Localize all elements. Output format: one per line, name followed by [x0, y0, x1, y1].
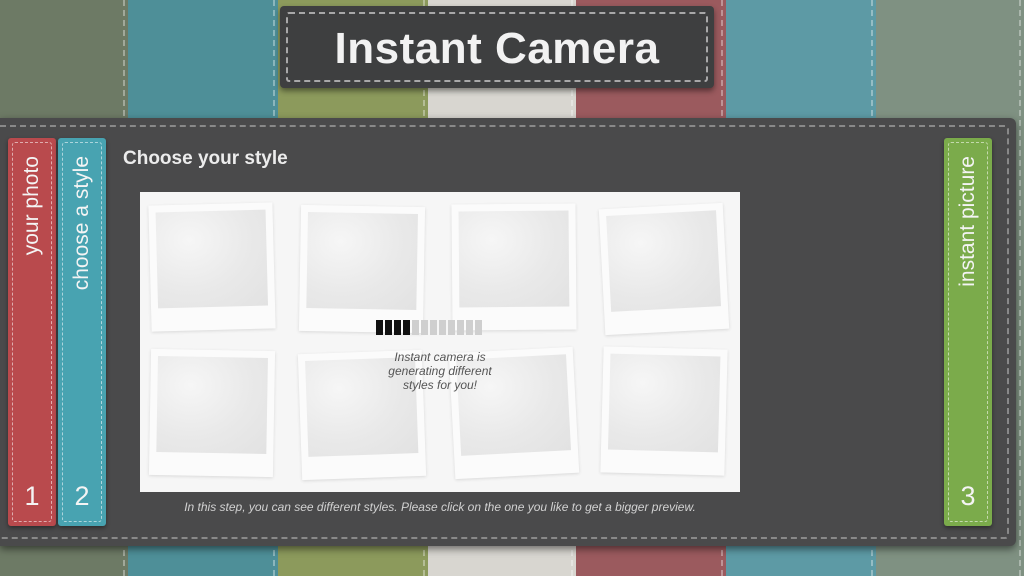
step-tab-instant-picture[interactable]: instant picture 3 — [944, 138, 992, 526]
style-thumbnail[interactable] — [148, 348, 276, 478]
step-tab-your-photo[interactable]: your photo 1 — [8, 138, 56, 526]
style-thumbnail[interactable] — [600, 346, 728, 476]
page-title: Choose your style — [123, 148, 288, 169]
step-tab-choose-style[interactable]: choose a style 2 — [58, 138, 106, 526]
loading-segment — [448, 320, 455, 335]
loading-segment — [394, 320, 401, 335]
app-title: Instant Camera — [334, 24, 660, 73]
loading-segment — [403, 320, 410, 335]
loading-segment — [439, 320, 446, 335]
step-2-label: choose a style — [70, 156, 93, 291]
step-3-label: instant picture — [956, 156, 979, 287]
step-3-number: 3 — [960, 481, 976, 511]
loading-segment — [412, 320, 419, 335]
loading-segment — [385, 320, 392, 335]
loading-indicator — [376, 320, 482, 335]
status-message: Instant camera is generating different s… — [388, 350, 492, 392]
loading-segment — [466, 320, 473, 335]
style-thumbnail[interactable] — [148, 202, 276, 332]
loading-segment — [376, 320, 383, 335]
step-1-label: your photo — [20, 156, 43, 256]
style-thumbnail[interactable] — [298, 204, 426, 334]
title-badge: Instant Camera — [280, 6, 714, 88]
style-thumbnail[interactable] — [598, 202, 730, 336]
style-thumbnail[interactable] — [451, 203, 577, 331]
step-2-number: 2 — [74, 481, 90, 511]
help-text: In this step, you can see different styl… — [184, 500, 696, 514]
loading-segment — [475, 320, 482, 335]
loading-segment — [421, 320, 428, 335]
style-preview-grid: Instant camera is generating different s… — [140, 192, 740, 492]
loading-segment — [457, 320, 464, 335]
loading-segment — [430, 320, 437, 335]
step-1-number: 1 — [24, 481, 40, 511]
